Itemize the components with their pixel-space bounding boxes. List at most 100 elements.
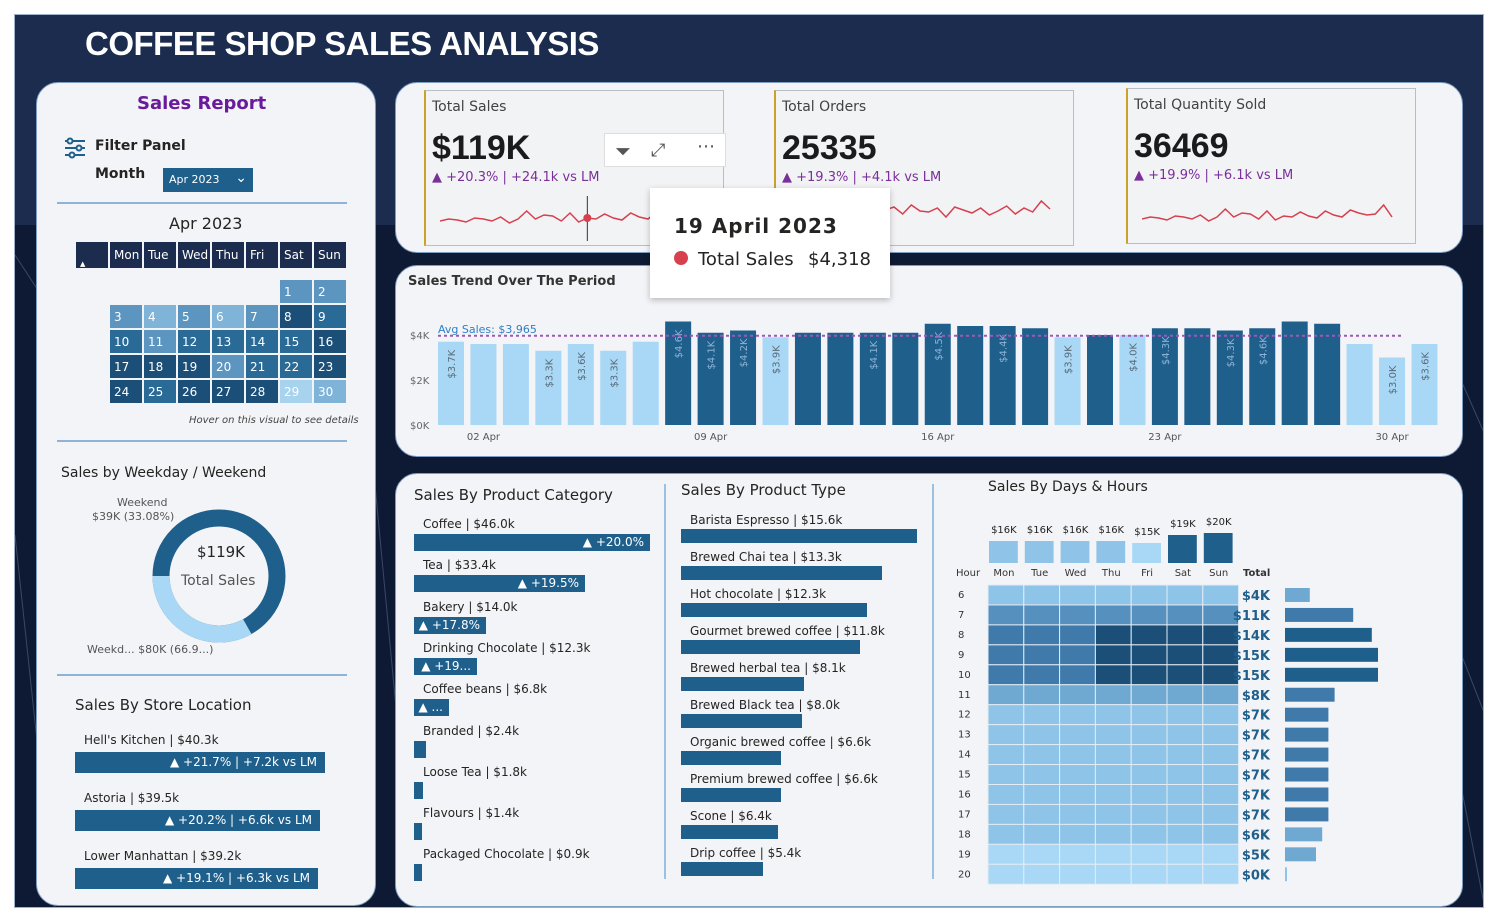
heat-cell bbox=[1023, 704, 1061, 726]
calendar-day[interactable]: 25 bbox=[142, 378, 178, 405]
calendar-day[interactable]: 28 bbox=[244, 378, 280, 405]
heat-cell bbox=[1059, 684, 1096, 706]
bar-label: $4.1K bbox=[707, 340, 718, 369]
calendar-day[interactable]: 13 bbox=[210, 328, 246, 355]
hour-total-label: $14K bbox=[1233, 629, 1271, 644]
calendar-day[interactable]: 12 bbox=[176, 328, 212, 355]
calendar-day[interactable]: 16 bbox=[312, 328, 348, 355]
more-options-icon[interactable]: ⋯ bbox=[697, 136, 715, 157]
heat-cell bbox=[1059, 644, 1096, 666]
store-bar[interactable]: ▲ +21.7% | +7.2k vs LM bbox=[75, 752, 325, 773]
calendar-day[interactable]: 26 bbox=[176, 378, 212, 405]
calendar-corner-icon[interactable]: ▲ bbox=[74, 240, 110, 270]
hour-total-bar bbox=[1285, 727, 1329, 742]
bar-label: $3.0K bbox=[1388, 365, 1399, 394]
store-bar[interactable]: ▲ +19.1% | +6.3k vs LM bbox=[75, 868, 318, 889]
calendar-day[interactable]: 21 bbox=[244, 353, 280, 380]
calendar-day[interactable]: 4 bbox=[142, 303, 178, 330]
hour-label: 19 bbox=[958, 849, 971, 860]
calendar-day[interactable]: 1 bbox=[278, 278, 314, 305]
filter-panel-label: Filter Panel bbox=[95, 138, 186, 154]
donut-caption: Total Sales bbox=[181, 573, 256, 589]
calendar-day[interactable]: 15 bbox=[278, 328, 314, 355]
heat-cell bbox=[1202, 803, 1240, 825]
heat-cell bbox=[1023, 584, 1061, 606]
heat-cell bbox=[987, 704, 1025, 726]
hour-label: 14 bbox=[958, 750, 971, 761]
calendar-spacer bbox=[278, 268, 314, 280]
calendar-day[interactable]: 9 bbox=[312, 303, 348, 330]
heat-cell bbox=[1023, 604, 1061, 626]
calendar-day[interactable]: 5 bbox=[176, 303, 212, 330]
calendar-day[interactable]: 22 bbox=[278, 353, 314, 380]
calendar-day[interactable]: 17 bbox=[108, 353, 144, 380]
hour-total-bar bbox=[1285, 667, 1378, 682]
heat-cell bbox=[1059, 784, 1096, 805]
sales-trend-chart[interactable]: $0K $2K $4K $3.7K $3.3K $3.6K $3.3K $4.6K $4.1K $… bbox=[396, 266, 1464, 458]
day-total-label: $15K bbox=[1134, 527, 1160, 538]
heat-cell bbox=[987, 624, 1025, 646]
heat-cell bbox=[1094, 823, 1132, 845]
day-total-bar bbox=[1132, 543, 1161, 563]
heat-cell bbox=[1202, 704, 1240, 726]
day-total-label: $16K bbox=[1027, 525, 1053, 536]
day-total-bar bbox=[1168, 535, 1197, 563]
calendar-spacer bbox=[74, 278, 110, 305]
hour-total-bar bbox=[1285, 787, 1329, 802]
x-tick: 23 Apr bbox=[1148, 432, 1182, 443]
calendar-day[interactable]: 8 bbox=[278, 303, 314, 330]
heat-cell bbox=[1023, 724, 1061, 746]
calendar-spacer bbox=[312, 268, 348, 280]
calendar-day[interactable]: 30 bbox=[312, 378, 348, 405]
bar-label: $3.6K bbox=[1421, 352, 1432, 381]
calendar-day-header: Tue bbox=[142, 240, 178, 270]
weekday-title: Sales by Weekday / Weekend bbox=[61, 465, 267, 481]
day-label: Sun bbox=[1209, 568, 1228, 579]
calendar-day[interactable]: 29 bbox=[278, 378, 314, 405]
calendar-day[interactable]: 3 bbox=[108, 303, 144, 330]
trend-bar bbox=[1281, 321, 1308, 425]
month-dropdown[interactable]: Apr 2023 ⌄ bbox=[163, 168, 253, 192]
heat-cell bbox=[1023, 863, 1061, 885]
calendar[interactable]: ▲ Mon Tue Wed Thu Fri Sat Sun 1 2 3 4 5 6 7 8 9 10 11 12 13 1… bbox=[74, 240, 348, 405]
tooltip-value: $4,318 bbox=[808, 249, 871, 270]
heat-cell bbox=[1059, 863, 1096, 885]
heat-cell bbox=[1166, 803, 1204, 825]
heat-cell bbox=[987, 823, 1025, 845]
calendar-day[interactable]: 10 bbox=[108, 328, 144, 355]
heat-cell bbox=[1202, 684, 1240, 706]
sparkline-path bbox=[1142, 203, 1393, 222]
kpi-value: 36469 bbox=[1134, 127, 1229, 165]
calendar-day[interactable]: 14 bbox=[244, 328, 280, 355]
calendar-day[interactable]: 24 bbox=[108, 378, 144, 405]
calendar-empty-cell bbox=[142, 278, 178, 305]
day-total-label: $19K bbox=[1170, 519, 1196, 530]
x-tick: 09 Apr bbox=[694, 432, 728, 443]
heatmap-chart[interactable]: $16KMon$16KTue$16KWed$16KThu$15KFri$19KS… bbox=[396, 474, 1464, 908]
kpi-sparkline[interactable] bbox=[1142, 194, 1412, 239]
calendar-day[interactable]: 20 bbox=[210, 353, 246, 380]
hour-label: 12 bbox=[958, 710, 971, 721]
tooltip-label: Total Sales bbox=[698, 249, 794, 270]
calendar-day[interactable]: 11 bbox=[142, 328, 178, 355]
calendar-day[interactable]: 2 bbox=[312, 278, 348, 305]
store-bar[interactable]: ▲ +20.2% | +6.6k vs LM bbox=[75, 810, 320, 831]
filter-icon[interactable]: ⏷ bbox=[615, 139, 631, 163]
bar-label: $3.7K bbox=[447, 349, 458, 378]
bar-label: $3.6K bbox=[577, 352, 588, 381]
hour-total-bar bbox=[1285, 588, 1310, 602]
calendar-day[interactable]: 27 bbox=[210, 378, 246, 405]
calendar-day[interactable]: 6 bbox=[210, 303, 246, 330]
calendar-day[interactable]: 7 bbox=[244, 303, 280, 330]
focus-mode-icon[interactable]: ⤢ bbox=[651, 140, 665, 161]
heat-cell bbox=[1059, 843, 1096, 865]
hour-total-label: $6K bbox=[1242, 828, 1271, 843]
heat-cell bbox=[987, 604, 1025, 626]
heat-cell bbox=[1166, 744, 1204, 766]
calendar-day[interactable]: 23 bbox=[312, 353, 348, 380]
trend-bar bbox=[1346, 344, 1373, 425]
heat-cell bbox=[987, 724, 1025, 746]
calendar-day[interactable]: 18 bbox=[142, 353, 178, 380]
heat-cell bbox=[1094, 803, 1132, 825]
calendar-day[interactable]: 19 bbox=[176, 353, 212, 380]
